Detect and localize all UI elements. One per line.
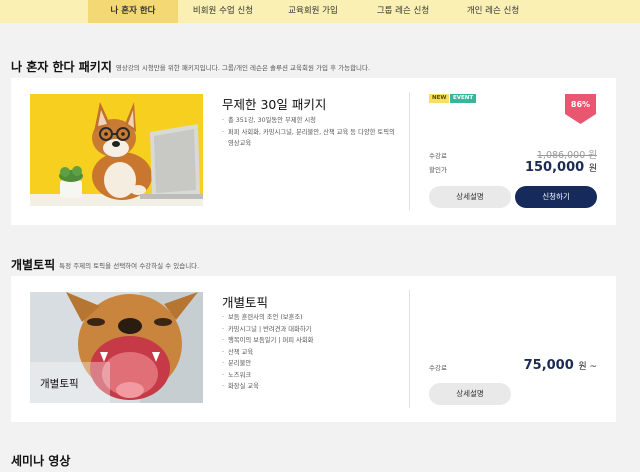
card-divider xyxy=(409,290,410,408)
section-title-text: 개별토픽 xyxy=(11,258,56,272)
section-subtitle: 영상강의 시청만을 위한 패키지입니다. 그룹/개인 레슨은 솔루션 교육회원 … xyxy=(115,64,371,72)
section-subtitle: 특정 주제의 토픽을 선택하여 수강하실 수 있습니다. xyxy=(59,262,200,270)
topic-item[interactable]: 화장실 교육 xyxy=(222,381,402,393)
new-badge: NEW xyxy=(429,94,450,103)
sale-price-unit: 원 xyxy=(588,164,597,174)
topic-item[interactable]: 보듬 훈련사의 조언 (보훈조) xyxy=(222,312,402,324)
original-price: 1,086,000 원 xyxy=(536,150,597,161)
section-title-topics: 개별토픽 특정 주제의 토픽을 선택하여 수강하실 수 있습니다. xyxy=(11,256,199,273)
top-nav: 나 혼자 한다 비회원 수업 신청 교육회원 가입 그룹 레슨 신청 개인 레슨… xyxy=(0,0,640,23)
product-title: 개별토픽 xyxy=(222,295,269,310)
section-title-seminar: 세미나 영상 xyxy=(11,452,70,469)
price: 75,000 원 ~ xyxy=(477,358,597,373)
feature-item: 퍼피 사회화, 카밍시그널, 분리불안, 산책 교육 등 다양한 토픽의 영상교… xyxy=(222,127,402,150)
price-amount: 75,000 xyxy=(523,358,574,373)
tab-group-lesson[interactable]: 그룹 레슨 신청 xyxy=(358,0,448,23)
tab-member-signup[interactable]: 교육회원 가입 xyxy=(268,0,358,23)
topic-item[interactable]: 산책 교육 xyxy=(222,347,402,359)
sale-price-label: 할인가 xyxy=(429,166,447,174)
thumb-label: 개별토픽 xyxy=(40,378,79,390)
original-price-label: 수강료 xyxy=(429,152,447,160)
tab-guest-class[interactable]: 비회원 수업 신청 xyxy=(178,0,268,23)
product-title: 무제한 30일 패키지 xyxy=(222,97,327,112)
section-title-text: 나 혼자 한다 패키지 xyxy=(11,60,112,74)
corgi-laptop-image xyxy=(30,94,203,206)
feature-list: 총 351강, 30일동안 무제한 시청 퍼피 사회화, 카밍시그널, 분리불안… xyxy=(222,115,402,150)
topic-card: 개별토픽 개별토픽 보듬 훈련사의 조언 (보훈조) 카밍시그널 | 반려견과 … xyxy=(11,276,616,422)
package-card: 무제한 30일 패키지 총 351강, 30일동안 무제한 시청 퍼피 사회화,… xyxy=(11,78,616,225)
topic-item[interactable]: 행복이의 보듬일기 | 퍼피 사회화 xyxy=(222,335,402,347)
tab-solo[interactable]: 나 혼자 한다 xyxy=(88,0,178,23)
card-divider xyxy=(409,92,410,210)
feature-item: 총 351강, 30일동안 무제한 시청 xyxy=(222,115,402,127)
event-badge: EVENT xyxy=(450,94,477,103)
section-title-package: 나 혼자 한다 패키지 영상강의 시청만을 위한 패키지입니다. 그룹/개인 레슨… xyxy=(11,58,370,75)
discount-arrow-icon xyxy=(565,94,596,124)
sale-price: 150,000 원 xyxy=(477,160,597,175)
topic-list: 보듬 훈련사의 조언 (보훈조) 카밍시그널 | 반려견과 대화하기 행복이의 … xyxy=(222,312,402,393)
discount-rate: 86% xyxy=(570,100,591,109)
detail-button[interactable]: 상세설명 xyxy=(429,186,511,208)
topic-item[interactable]: 카밍시그널 | 반려견과 대화하기 xyxy=(222,324,402,336)
discount-badge: 86% xyxy=(565,94,596,124)
price-unit: 원 ~ xyxy=(578,362,597,372)
sale-price-amount: 150,000 xyxy=(524,160,585,175)
section-title-text: 세미나 영상 xyxy=(11,454,71,468)
yawning-dog-image: 개별토픽 xyxy=(30,292,203,403)
detail-button[interactable]: 상세설명 xyxy=(429,383,511,405)
tab-private-lesson[interactable]: 개인 레슨 신청 xyxy=(448,0,538,23)
topic-item[interactable]: 노즈워크 xyxy=(222,370,402,382)
apply-button[interactable]: 신청하기 xyxy=(515,186,597,208)
price-label: 수강료 xyxy=(429,364,447,372)
topic-item[interactable]: 분리불안 xyxy=(222,358,402,370)
